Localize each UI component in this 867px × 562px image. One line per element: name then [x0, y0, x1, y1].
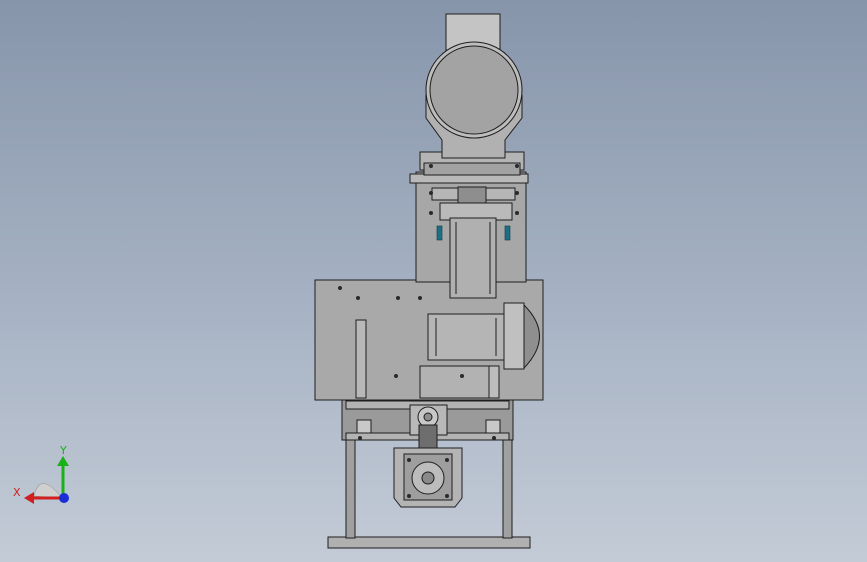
screw [460, 374, 464, 378]
screw [445, 494, 449, 498]
triad-plane [33, 483, 63, 499]
screw [429, 211, 433, 215]
right-bracket [485, 419, 501, 434]
y-axis-arrow [57, 456, 69, 466]
sensor-right [504, 225, 511, 241]
screw [515, 191, 519, 195]
z-axis-dot [59, 493, 69, 503]
screw [407, 458, 411, 462]
screw [358, 436, 362, 440]
coupling-block [457, 186, 487, 204]
pulley-hub [423, 412, 433, 422]
x-axis-label: X [13, 486, 21, 499]
drive-motor-shaft [421, 471, 435, 485]
screw [515, 211, 519, 215]
y-axis-label: Y [59, 444, 67, 457]
screw [445, 458, 449, 462]
screw [429, 164, 433, 168]
screw [418, 296, 422, 300]
left-bracket [356, 419, 372, 434]
base-plate [327, 536, 531, 549]
screw [429, 191, 433, 195]
side-motor-body [427, 313, 505, 361]
vertical-motor-body [449, 217, 497, 299]
cad-model-front-view[interactable] [0, 0, 867, 562]
side-motor-flange [503, 302, 525, 370]
screw [356, 296, 360, 300]
upper-flange-plate [423, 162, 521, 176]
screw [396, 296, 400, 300]
housing-lower-block [419, 365, 491, 399]
motor-plate [439, 202, 513, 221]
housing-right-bracket [488, 365, 500, 399]
screw [515, 164, 519, 168]
right-leg [502, 437, 513, 539]
left-leg [345, 437, 356, 539]
top-motor-face [429, 45, 519, 135]
coordinate-triad: Y X [13, 444, 69, 504]
screw [394, 374, 398, 378]
housing-left-bracket [355, 319, 367, 399]
sensor-left [436, 225, 443, 241]
graphics-viewport[interactable]: Y X [0, 0, 867, 562]
screw [338, 286, 342, 290]
screw [492, 436, 496, 440]
screw [407, 494, 411, 498]
x-axis-arrow [24, 492, 34, 504]
